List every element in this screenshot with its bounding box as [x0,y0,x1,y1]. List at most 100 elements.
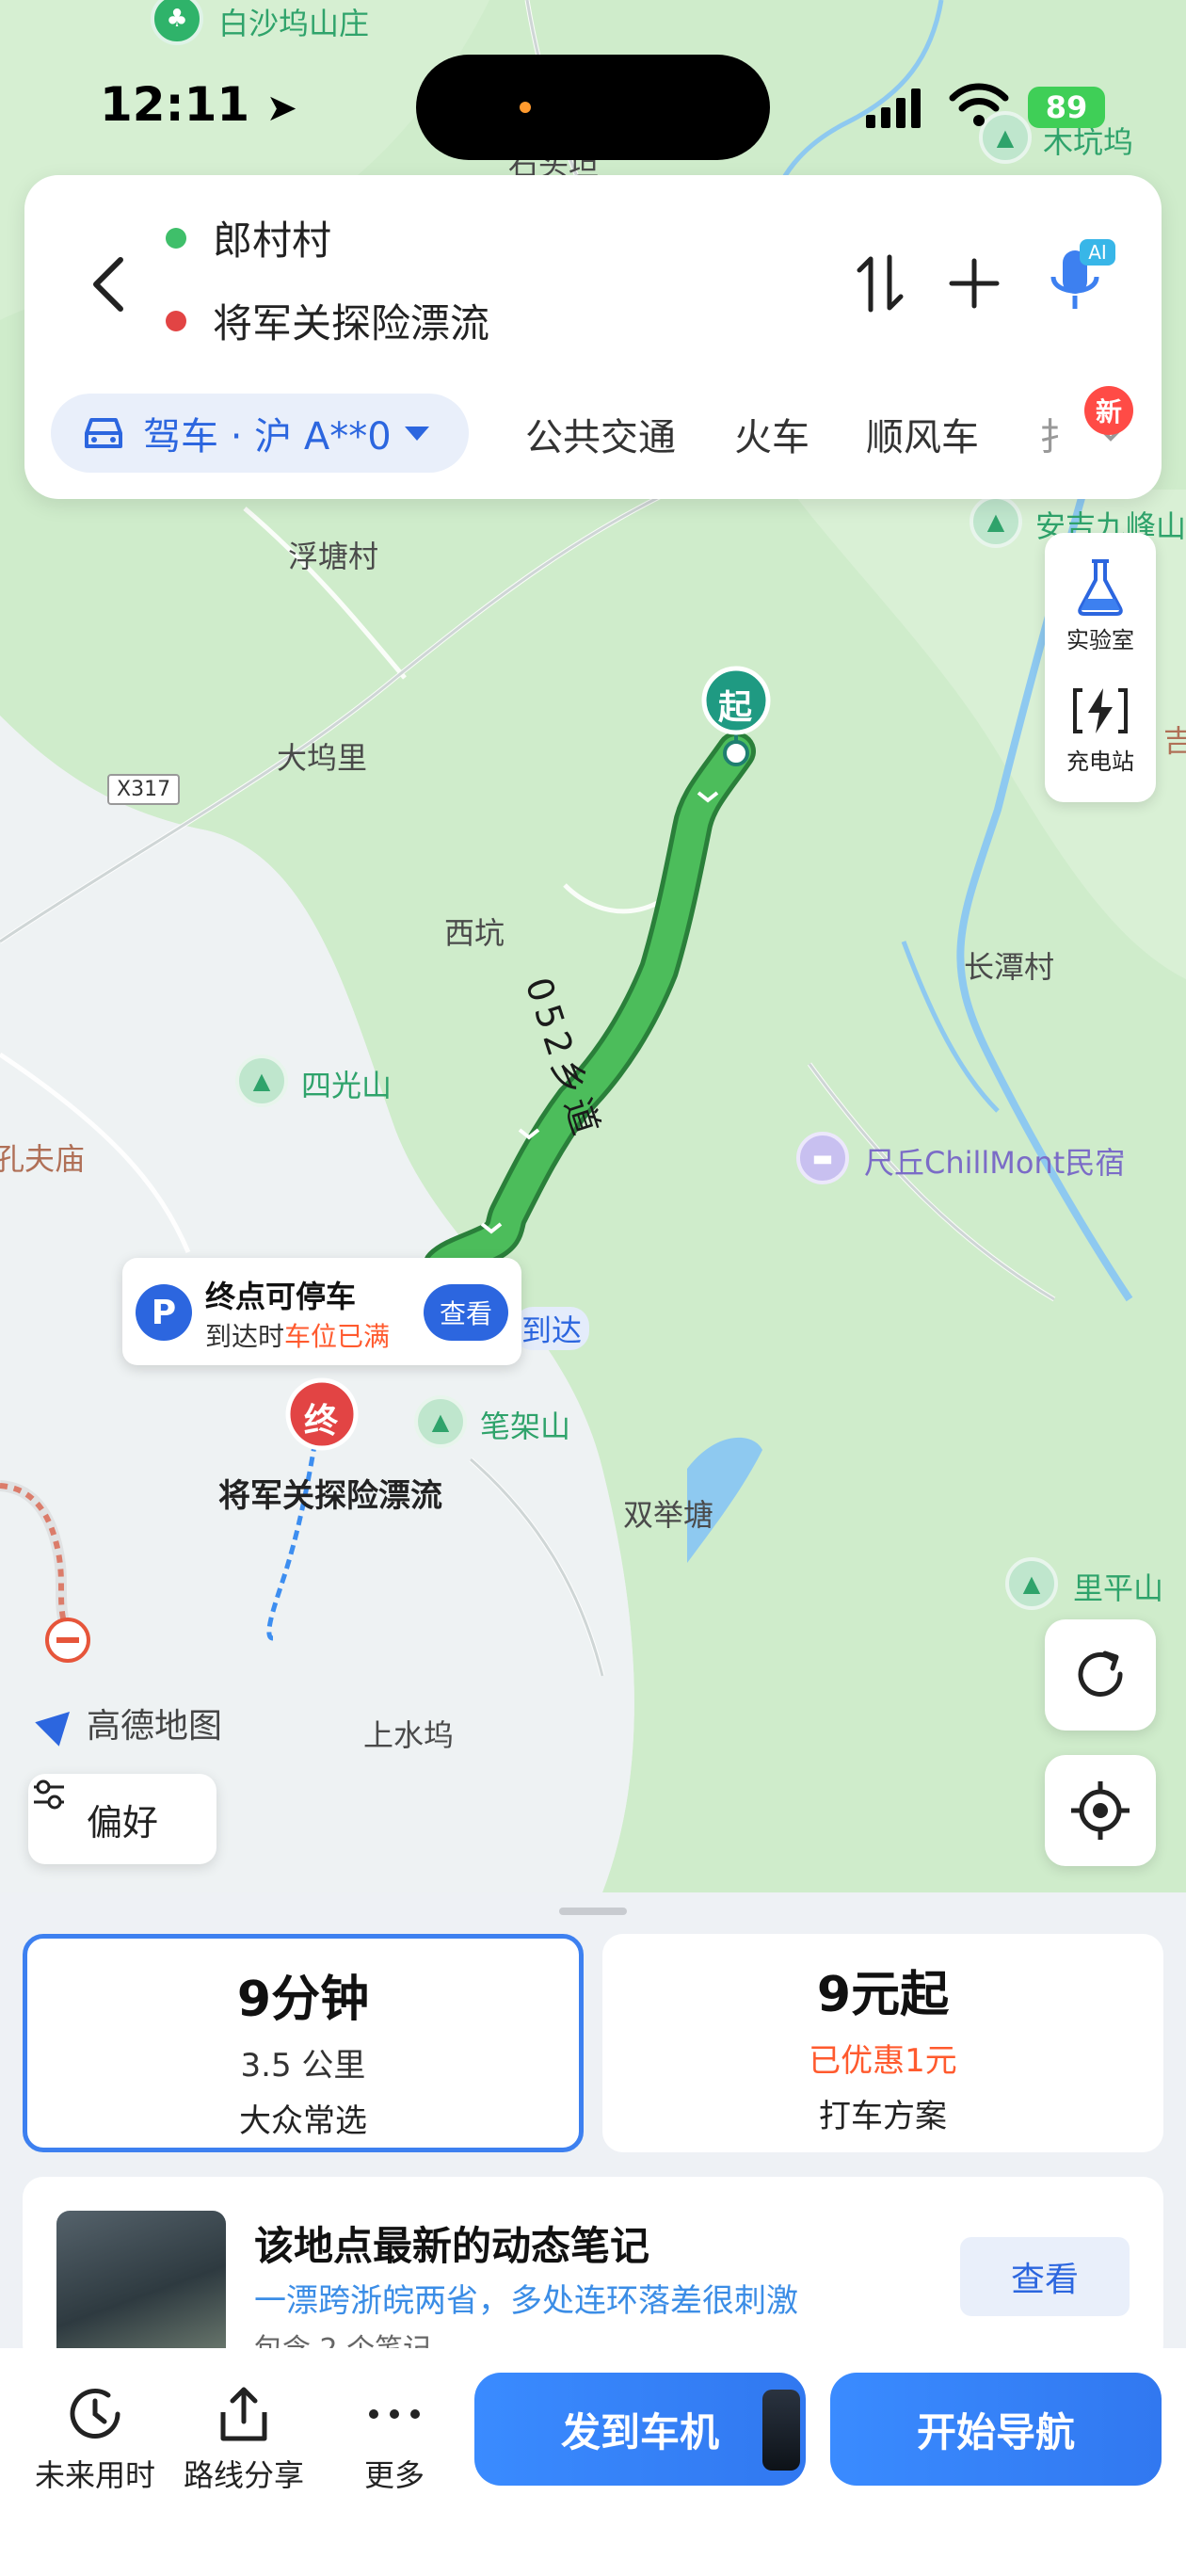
label-daoda: 到达 [514,1307,590,1350]
bottom-action-bar: 未来用时 路线分享 更多 发到车机 开始导航 [0,2348,1186,2576]
poi-mountain-icon: ▲ [235,1055,288,1107]
label-shangshui: 上水坞 [363,1717,455,1753]
charging-label: 充电站 [1066,748,1134,775]
dynamic-island [416,55,770,160]
poi-mountain-icon: ▲ [970,495,1022,548]
share-icon [220,2387,267,2441]
label-shuangju: 双举塘 [623,1497,714,1533]
new-badge: 新 [1084,386,1133,435]
future-time-button[interactable]: 未来用时 [24,2376,166,2495]
parking-popup[interactable]: P 终点可停车 到达时车位已满 查看 [122,1258,521,1365]
road-tag-x317: X317 [107,774,181,805]
wifi-icon [949,83,1009,126]
label-chillmont: 尺丘ChillMont民宿 [864,1145,1126,1181]
tab-driving[interactable]: 驾车 · 沪 A**0 [51,394,469,473]
tab-driving-label: 驾车 · 沪 A**0 [143,415,392,459]
swap-button[interactable] [838,241,922,326]
destination-dot-icon [166,310,186,331]
label-ji: 吉 [1163,723,1186,759]
send-to-car-button[interactable]: 发到车机 [474,2373,806,2486]
destination-field[interactable]: 将军关探险漂流 [166,292,489,349]
label-siguang: 四光山 [301,1068,393,1103]
charging-station-button[interactable]: 充电站 [1045,667,1156,793]
back-button[interactable] [66,241,152,328]
taxi-plan-label: 打车方案 [819,2098,947,2135]
plan-duration: 9分钟 [236,1972,370,2028]
poi-mountain-icon: ▲ [1005,1557,1058,1610]
more-button[interactable]: 更多 [324,2376,465,2495]
start-marker-text: 起 [718,688,753,727]
travel-mode-tabs: 驾车 · 沪 A**0 公共交通 火车 顺风车 扌 [51,394,1143,473]
car-icon [85,418,122,448]
amap-logo: 高德地图 [35,1699,223,1747]
tab-ride-share[interactable]: 顺风车 [866,407,979,461]
notes-title: 该地点最新的动态笔记 [254,2223,650,2269]
add-waypoint-button[interactable] [932,241,1017,326]
label-futang: 浮塘村 [288,539,379,574]
charging-bolt-icon [1073,687,1128,733]
taxi-discount: 已优惠1元 [809,2042,957,2080]
plan-distance: 3.5 公里 [240,2047,366,2085]
route-plan-card-fastest[interactable]: 9分钟 3.5 公里 大众常选 [23,1934,584,2152]
status-time: 12:11 ➤ [100,77,298,132]
battery-indicator: 89 [1028,87,1105,128]
send-to-car-label: 发到车机 [560,2408,719,2455]
sheet-handle[interactable] [559,1908,627,1915]
poi-mountain-icon: ▲ [414,1395,467,1448]
notes-card[interactable]: 该地点最新的动态笔记 一漂跨浙皖两省，多处连环落差很刺激 包含 2 个笔记 查看 [23,2177,1163,2365]
more-label: 更多 [363,2457,425,2493]
back-arrow-icon [93,257,123,312]
parking-icon: P [136,1284,192,1341]
voice-ai-button[interactable]: AI [1037,237,1122,322]
route-share-label: 路线分享 [183,2457,304,2493]
preference-label: 偏好 [86,1801,158,1843]
notes-view-button[interactable]: 查看 [960,2237,1130,2316]
more-dots-icon [369,2409,420,2419]
end-marker-text: 终 [304,1402,339,1441]
origin-label: 郎村村 [213,217,332,264]
locate-button[interactable] [1045,1755,1156,1866]
notes-subtitle: 一漂跨浙皖两省，多处连环落差很刺激 [254,2282,798,2320]
logo-arrow-icon [35,1699,82,1747]
origin-field[interactable]: 郎村村 [166,209,331,266]
location-arrow-icon: ➤ [265,87,298,130]
swap-icon [857,254,904,313]
label-baisha: 白沙坞山庄 [218,6,370,41]
label-bijia: 笔架山 [480,1409,571,1444]
preference-button[interactable]: 偏好 [28,1774,216,1864]
lab-button[interactable]: 实验室 [1045,542,1156,668]
label-changtan: 长潭村 [964,949,1055,985]
flask-icon [1078,558,1123,616]
map-tool-panel: 实验室 充电站 [1045,533,1156,802]
plan-tag: 大众常选 [239,2102,367,2140]
start-navigation-button[interactable]: 开始导航 [830,2373,1162,2486]
refresh-icon [1078,1650,1123,1697]
svg-text:AI: AI [1088,241,1107,264]
route-share-button[interactable]: 路线分享 [173,2376,314,2495]
parking-title: 终点可停车 [205,1279,357,1314]
label-dest-name: 将军关探险漂流 [218,1477,442,1515]
parking-subtitle: 到达时车位已满 [205,1321,391,1352]
origin-dot-icon [166,227,186,249]
route-card: 郎村村 将军关探险漂流 AI 驾车 · 沪 A**0 公共交通 火车 顺风车 扌… [24,175,1162,499]
lab-label: 实验室 [1066,626,1134,653]
label-liping: 里平山 [1073,1570,1164,1606]
logo-text: 高德地图 [87,1707,223,1746]
poi-hotel-icon: ▬ [796,1132,849,1184]
notes-thumbnail [56,2211,226,2361]
tab-train[interactable]: 火车 [734,407,809,461]
car-device-icon [762,2390,800,2471]
destination-label: 将军关探险漂流 [213,300,490,346]
clock-icon [70,2389,120,2439]
taxi-plan-card[interactable]: 9元起 已优惠1元 打车方案 [602,1934,1163,2152]
sliders-icon [34,1779,64,1810]
signal-icon [866,89,921,128]
plus-icon [949,258,1000,309]
label-kongfu: 孔夫庙 [0,1141,86,1177]
parking-view-button[interactable]: 查看 [424,1284,508,1341]
ai-microphone-icon: AI [1050,239,1115,309]
tab-taxi-partial[interactable]: 扌 [1039,407,1077,461]
refresh-button[interactable] [1045,1619,1156,1731]
tab-public-transit[interactable]: 公共交通 [525,407,676,461]
label-dawuli: 大坞里 [277,740,368,776]
